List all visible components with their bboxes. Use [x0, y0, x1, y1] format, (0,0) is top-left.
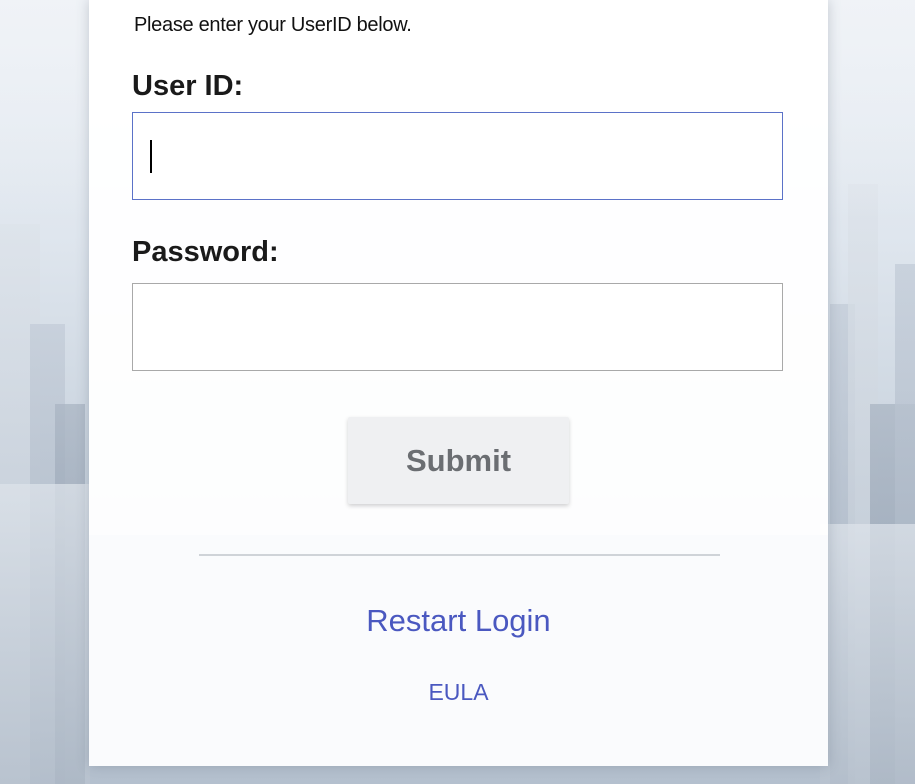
login-card: Please enter your UserID below. User ID:…	[89, 0, 828, 766]
password-label: Password:	[132, 236, 279, 268]
password-input[interactable]	[132, 283, 783, 371]
divider	[199, 554, 720, 556]
login-instructions: Please enter your UserID below.	[134, 14, 412, 36]
submit-button[interactable]: Submit	[348, 417, 569, 504]
eula-link[interactable]: EULA	[89, 679, 828, 706]
restart-login-link[interactable]: Restart Login	[89, 603, 828, 639]
userid-label: User ID:	[132, 70, 244, 102]
card-footer-area	[89, 535, 828, 766]
userid-input[interactable]	[132, 112, 783, 200]
text-cursor	[150, 140, 152, 173]
